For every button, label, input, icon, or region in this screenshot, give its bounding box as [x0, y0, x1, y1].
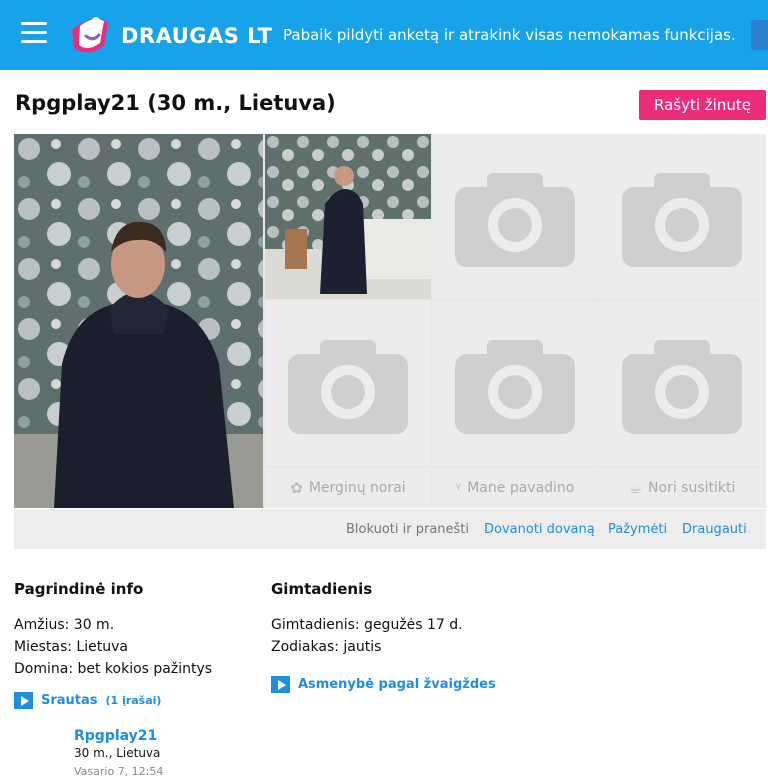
feed-link[interactable]: Srautas (1 įrašai)	[14, 692, 161, 709]
flower-icon: ✿	[290, 479, 303, 497]
camera-icon	[622, 339, 742, 434]
horoscope-link[interactable]: Asmenybė pagal žvaigždes	[271, 676, 496, 693]
topbar-action-button[interactable]	[751, 20, 768, 50]
camera-icon	[288, 339, 408, 434]
write-message-button[interactable]: Rašyti žinutę	[639, 90, 766, 120]
profile-title: Rpgplay21 (30 m., Lietuva)	[15, 91, 336, 115]
birthday-title: Gimtadienis	[271, 580, 373, 598]
tile-girls-wishes[interactable]: ✿ Merginų norai	[265, 468, 431, 508]
tile-want-meet[interactable]: ☕ Nori susitikti	[599, 468, 765, 508]
logo-text[interactable]: DRAUGAS LT	[121, 24, 272, 48]
tile-label: Merginų norai	[308, 480, 406, 496]
horoscope-label: Asmenybė pagal žvaigždes	[298, 677, 496, 692]
info-age: Amžius: 30 m.	[14, 617, 115, 633]
mark-link[interactable]: Pažymėti	[608, 522, 667, 537]
photo-placeholder[interactable]	[432, 301, 598, 466]
tile-called-me[interactable]: ᵞ Mane pavadino	[432, 468, 598, 508]
play-icon	[14, 692, 33, 709]
info-zodiac: Zodiakas: jautis	[271, 639, 382, 655]
top-bar: DRAUGAS LT Pabaik pildyti anketą ir atra…	[0, 0, 768, 70]
camera-icon	[455, 339, 575, 434]
photo-placeholder[interactable]	[265, 301, 431, 466]
info-city: Miestas: Lietuva	[14, 639, 128, 655]
draugas-logo-icon[interactable]	[66, 12, 114, 58]
feed-post-author[interactable]: Rpgplay21	[74, 728, 157, 744]
photo-gallery: ✿ Merginų norai ᵞ Mane pavadino ☕ Nori s…	[14, 134, 766, 508]
basic-info-title: Pagrindinė info	[14, 580, 144, 598]
coffee-icon: ☕	[628, 479, 643, 497]
badge-icon: ᵞ	[455, 479, 462, 497]
photo-placeholder[interactable]	[432, 134, 598, 299]
camera-icon	[455, 172, 575, 267]
play-icon	[271, 676, 290, 693]
photo-placeholder[interactable]	[599, 134, 765, 299]
photo-placeholder[interactable]	[599, 301, 765, 466]
feed-count: (1 įrašai)	[105, 694, 162, 707]
info-birthday: Gimtadienis: gegužės 17 d.	[271, 617, 463, 633]
tile-label: Mane pavadino	[467, 480, 575, 496]
photo-thumbnail[interactable]	[265, 134, 431, 299]
menu-icon[interactable]	[21, 22, 47, 44]
info-interest: Domina: bet kokios pažintys	[14, 661, 213, 677]
befriend-link[interactable]: Draugauti	[682, 522, 747, 537]
promo-text[interactable]: Pabaik pildyti anketą ir atrakink visas …	[283, 26, 736, 44]
block-report-link[interactable]: Blokuoti ir pranešti	[346, 522, 469, 537]
profile-actions: Blokuoti ir pranešti Dovanoti dovaną Paž…	[14, 509, 766, 549]
feed-post-date: Vasario 7, 12:54	[74, 765, 164, 778]
camera-icon	[622, 172, 742, 267]
tile-label: Nori susitikti	[648, 480, 736, 496]
gift-link[interactable]: Dovanoti dovaną	[484, 522, 595, 537]
main-profile-photo[interactable]	[14, 134, 263, 508]
feed-post-meta: 30 m., Lietuva	[74, 746, 161, 760]
feed-label: Srautas	[41, 693, 98, 708]
